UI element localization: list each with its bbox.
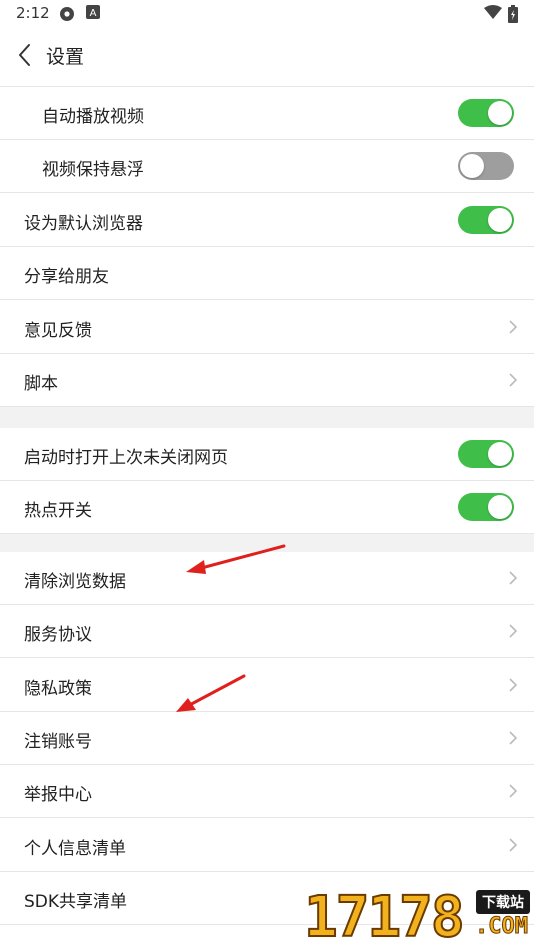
setting-feedback[interactable]: 意见反馈 xyxy=(0,301,534,354)
setting-default-browser[interactable]: 设为默认浏览器 xyxy=(0,194,534,247)
status-time: 2:12 xyxy=(16,4,50,22)
setting-personal-info-list[interactable]: 个人信息清单 xyxy=(0,819,534,872)
setting-label: 意见反馈 xyxy=(24,321,92,341)
chevron-right-icon xyxy=(509,373,518,387)
chevron-right-icon xyxy=(509,731,518,745)
setting-label: 服务协议 xyxy=(24,625,92,645)
video-float-toggle[interactable] xyxy=(458,152,514,180)
status-bar: 2:12 A xyxy=(0,0,534,28)
watermark-badge: 下载站 xyxy=(476,890,530,914)
default-browser-toggle[interactable] xyxy=(458,206,514,234)
chevron-right-icon xyxy=(509,784,518,798)
setting-label: 注销账号 xyxy=(24,732,92,752)
setting-label: 启动时打开上次未关闭网页 xyxy=(24,448,228,468)
app-header: 设置 xyxy=(0,28,534,87)
settings-gear-icon xyxy=(60,7,74,21)
setting-label: 清除浏览数据 xyxy=(24,572,126,592)
chevron-right-icon xyxy=(509,571,518,585)
chevron-right-icon xyxy=(509,320,518,334)
hotspot-toggle[interactable] xyxy=(458,493,514,521)
chevron-left-icon xyxy=(19,44,30,66)
svg-text:A: A xyxy=(90,8,97,19)
setting-label: 举报中心 xyxy=(24,785,92,805)
section-divider xyxy=(0,407,534,428)
chevron-right-icon xyxy=(509,624,518,638)
a-badge-icon: A xyxy=(86,5,100,19)
setting-label: 视频保持悬浮 xyxy=(42,160,144,180)
setting-privacy-policy[interactable]: 隐私政策 xyxy=(0,659,534,712)
setting-label: 个人信息清单 xyxy=(24,839,126,859)
setting-label: 设为默认浏览器 xyxy=(24,214,143,234)
setting-report-center[interactable]: 举报中心 xyxy=(0,765,534,818)
watermark-logo: 17178 下载站 .COM xyxy=(303,885,534,950)
watermark-domain: .COM xyxy=(475,914,529,940)
annotation-arrow-icon xyxy=(186,544,286,574)
setting-service-agreement[interactable]: 服务协议 xyxy=(0,605,534,658)
restore-tabs-toggle[interactable] xyxy=(458,440,514,468)
setting-label: 脚本 xyxy=(24,374,58,394)
battery-icon xyxy=(508,5,518,23)
setting-video-float[interactable]: 视频保持悬浮 xyxy=(0,140,534,193)
setting-label: 分享给朋友 xyxy=(24,267,109,287)
autoplay-video-toggle[interactable] xyxy=(458,99,514,127)
setting-label: 隐私政策 xyxy=(24,679,92,699)
setting-label: 热点开关 xyxy=(24,501,92,521)
page-title: 设置 xyxy=(46,46,85,68)
setting-autoplay-video[interactable]: 自动播放视频 xyxy=(0,87,534,140)
setting-restore-tabs[interactable]: 启动时打开上次未关闭网页 xyxy=(0,428,534,481)
watermark-digits: 17178 xyxy=(303,885,466,950)
setting-hotspot[interactable]: 热点开关 xyxy=(0,481,534,534)
back-button[interactable] xyxy=(10,40,40,70)
chevron-right-icon xyxy=(509,838,518,852)
setting-share-friends[interactable]: 分享给朋友 xyxy=(0,247,534,300)
wifi-icon xyxy=(484,5,502,19)
setting-label: SDK共享清单 xyxy=(24,892,128,912)
setting-label: 自动播放视频 xyxy=(42,107,144,127)
chevron-right-icon xyxy=(509,678,518,692)
setting-script[interactable]: 脚本 xyxy=(0,354,534,407)
setting-delete-account[interactable]: 注销账号 xyxy=(0,712,534,765)
annotation-arrow-icon xyxy=(176,674,246,712)
